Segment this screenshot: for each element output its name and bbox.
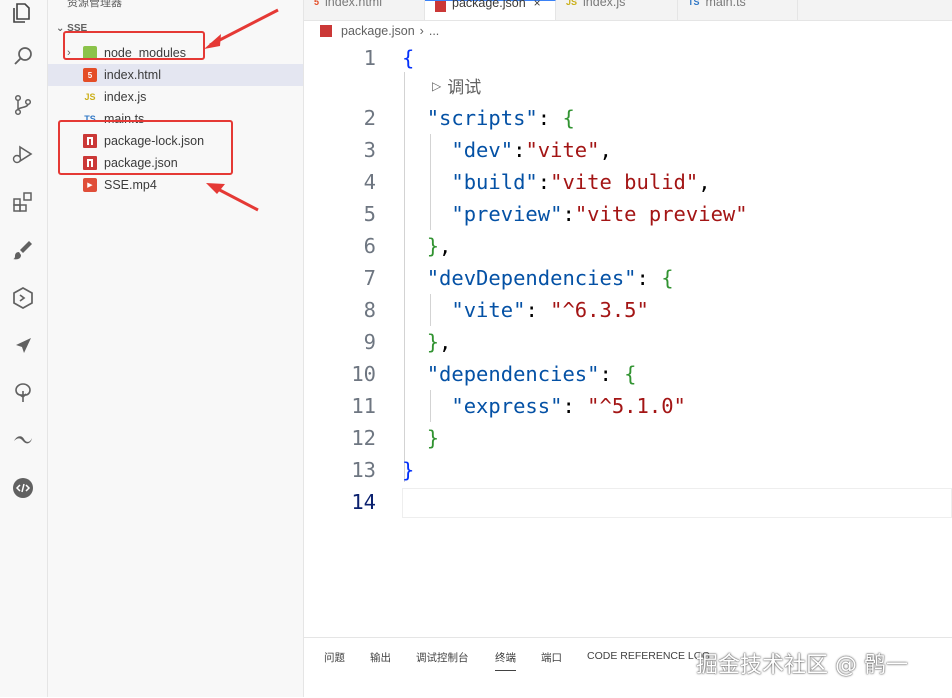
breadcrumb-separator: › [419,24,424,38]
line-number: 4 [363,170,376,194]
breadcrumb: package.json › ... [320,24,439,38]
html-file-icon: 5 [314,0,320,7]
search-icon[interactable] [10,43,36,69]
tab-label: index.js [583,0,626,9]
tab-main-ts[interactable]: TS main.ts [678,0,798,20]
tree-item-index-html[interactable]: 5 index.html [48,64,303,86]
code-line: "vite": "^6.3.5" [451,298,649,322]
code-line: "express": "^5.1.0" [451,394,686,418]
line-number: 10 [351,362,376,386]
ts-file-icon: TS [688,0,700,7]
tree-item-label: index.html [104,68,161,82]
line-number: 12 [351,426,376,450]
tree-item-label: index.js [104,90,147,104]
run-debug-icon[interactable] [10,141,36,167]
code-line: } [402,458,415,482]
video-file-icon: ▶ [83,178,97,192]
explorer-title: 资源管理器 [67,0,122,9]
editor-tab-bar: 5 index.html package.json × JS index.js … [304,0,952,21]
code-line: "dev":"vite", [451,138,612,162]
line-number: 2 [363,106,376,130]
tree-item-index-js[interactable]: JS index.js [48,86,303,108]
code-line: "devDependencies": { [426,266,674,290]
panel-tab-terminal[interactable]: 终端 [495,650,516,671]
wave-logo-icon[interactable] [10,427,36,453]
code-line: } [426,426,440,450]
line-number: 11 [351,394,376,418]
line-number: 9 [363,330,376,354]
tab-index-js[interactable]: JS index.js [556,0,678,20]
current-line-highlight [402,488,952,518]
codelens-debug[interactable]: ▷ 调试 [432,73,481,98]
code-line: "build":"vite bulid", [451,170,711,194]
tree-item-sse-mp4[interactable]: ▶ SSE.mp4 [48,174,303,196]
code-line: }, [426,234,452,258]
annotation-box-package-files [58,120,233,175]
explorer-icon[interactable] [10,0,36,26]
line-number: 13 [351,458,376,482]
hexagon-extension-icon[interactable] [10,285,36,311]
close-icon[interactable]: × [534,0,541,10]
tree-icon[interactable] [10,380,36,406]
npm-file-icon [435,0,446,14]
html-file-icon: 5 [83,68,97,82]
tab-label: main.ts [705,0,746,9]
panel-tab-debug-console[interactable]: 调试控制台 [416,650,469,665]
code-editor[interactable]: 1 { ▷ 调试 2 "scripts": { 3 "dev":"vite", … [304,42,952,637]
more-actions-icon[interactable]: ··· [274,0,291,6]
tab-label: index.html [325,0,382,9]
panel-tab-code-reference-log[interactable]: CODE REFERENCE LOG [587,650,710,662]
send-icon[interactable] [10,333,36,359]
panel-tab-output[interactable]: 输出 [370,650,391,665]
tab-label: package.json [452,0,526,10]
extensions-icon[interactable] [10,189,36,215]
code-chat-icon[interactable] [10,475,36,501]
source-control-icon[interactable] [10,92,36,118]
js-file-icon: JS [84,92,96,102]
code-line: "preview":"vite preview" [451,202,748,226]
line-number: 5 [363,202,376,226]
code-line: { [402,46,415,70]
line-number: 14 [351,490,376,514]
breadcrumb-file[interactable]: package.json [341,24,415,38]
npm-file-icon [320,25,332,37]
bottom-panel: 问题 输出 调试控制台 终端 端口 CODE REFERENCE LOG 掘金技… [304,637,952,698]
activity-bar [0,0,48,697]
tab-package-json[interactable]: package.json × [425,0,556,20]
line-number: 1 [363,46,376,70]
line-number: 6 [363,234,376,258]
js-file-icon: JS [566,0,578,7]
explorer-sidebar: 资源管理器 ··· ⌄ SSE › node_modules 5 index.h… [48,0,304,697]
panel-tab-problems[interactable]: 问题 [324,650,345,665]
code-line: "scripts": { [426,106,575,130]
paintbrush-icon[interactable] [10,237,36,263]
code-line: "dependencies": { [426,362,637,386]
breadcrumb-rest[interactable]: ... [429,24,439,38]
play-outline-icon: ▷ [432,78,442,93]
code-line: }, [426,330,452,354]
codelens-label: 调试 [447,78,482,97]
tree-item-label: SSE.mp4 [104,178,157,192]
watermark: 掘金技术社区 @ 鹘一 [696,653,908,678]
panel-tab-ports[interactable]: 端口 [541,650,562,665]
tab-index-html[interactable]: 5 index.html [304,0,425,20]
annotation-box-node-modules [63,31,205,60]
line-number: 7 [363,266,376,290]
line-number: 8 [363,298,376,322]
line-number: 3 [363,138,376,162]
